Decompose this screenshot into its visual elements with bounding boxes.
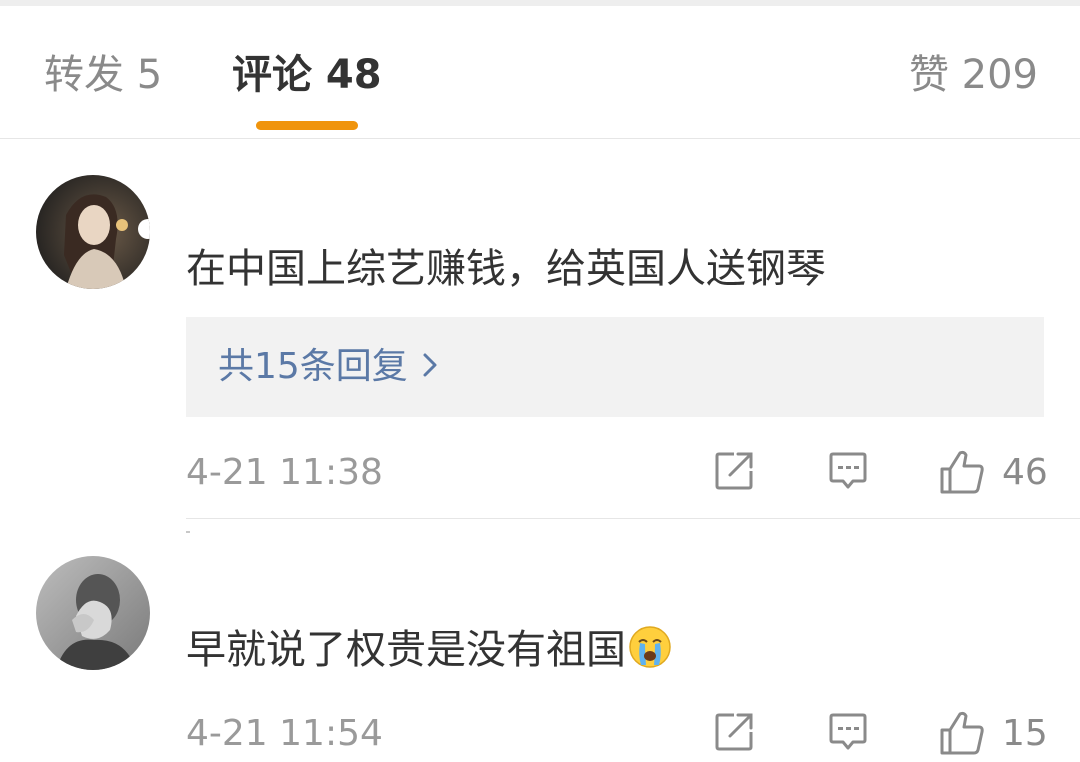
replies-label: 共15条回复	[218, 346, 408, 387]
comment-meta: 4-21 11:38 46	[186, 441, 1048, 501]
tab-bar: 转发 5 评论 48 赞 209	[0, 6, 1080, 139]
view-replies-link[interactable]: 共15条回复	[218, 343, 438, 391]
tab-comments[interactable]: 评论 48	[232, 50, 382, 100]
active-tab-indicator	[256, 121, 358, 130]
comment-item: 在中国上综艺赚钱，给英国人送钢琴 共15条回复 4-21 11:38 46	[0, 139, 1080, 519]
comment-text: 在中国上综艺赚钱，给英国人送钢琴	[186, 246, 826, 292]
thumbs-up-icon[interactable]	[938, 449, 986, 499]
tab-likes[interactable]: 赞 209	[909, 50, 1038, 100]
comment-icon[interactable]	[826, 710, 870, 758]
comment-item: 早就说了权贵是没有祖国 4-21 11:54 15	[0, 520, 1080, 757]
avatar[interactable]	[36, 556, 150, 670]
timestamp: 4-21 11:54	[186, 713, 383, 754]
comment-text-content: 早就说了权贵是没有祖国	[186, 627, 626, 673]
avatar[interactable]	[36, 175, 150, 289]
chevron-right-icon	[422, 343, 438, 391]
comment-meta: 4-21 11:54 15	[186, 702, 1048, 762]
comment-text: 早就说了权贵是没有祖国	[186, 624, 672, 682]
replies-box[interactable]: 共15条回复	[186, 317, 1044, 417]
timestamp: 4-21 11:38	[186, 452, 383, 493]
share-icon[interactable]	[712, 710, 756, 758]
like-count: 46	[1002, 452, 1048, 493]
username-placeholder	[186, 520, 326, 533]
crying-face-emoji-icon	[628, 625, 672, 682]
share-icon[interactable]	[712, 449, 756, 497]
thumbs-up-icon[interactable]	[938, 710, 986, 760]
like-count: 15	[1002, 713, 1048, 754]
tab-repost[interactable]: 转发 5	[44, 50, 162, 100]
username-placeholder	[186, 139, 334, 152]
divider	[186, 518, 1080, 519]
comment-icon[interactable]	[826, 449, 870, 497]
